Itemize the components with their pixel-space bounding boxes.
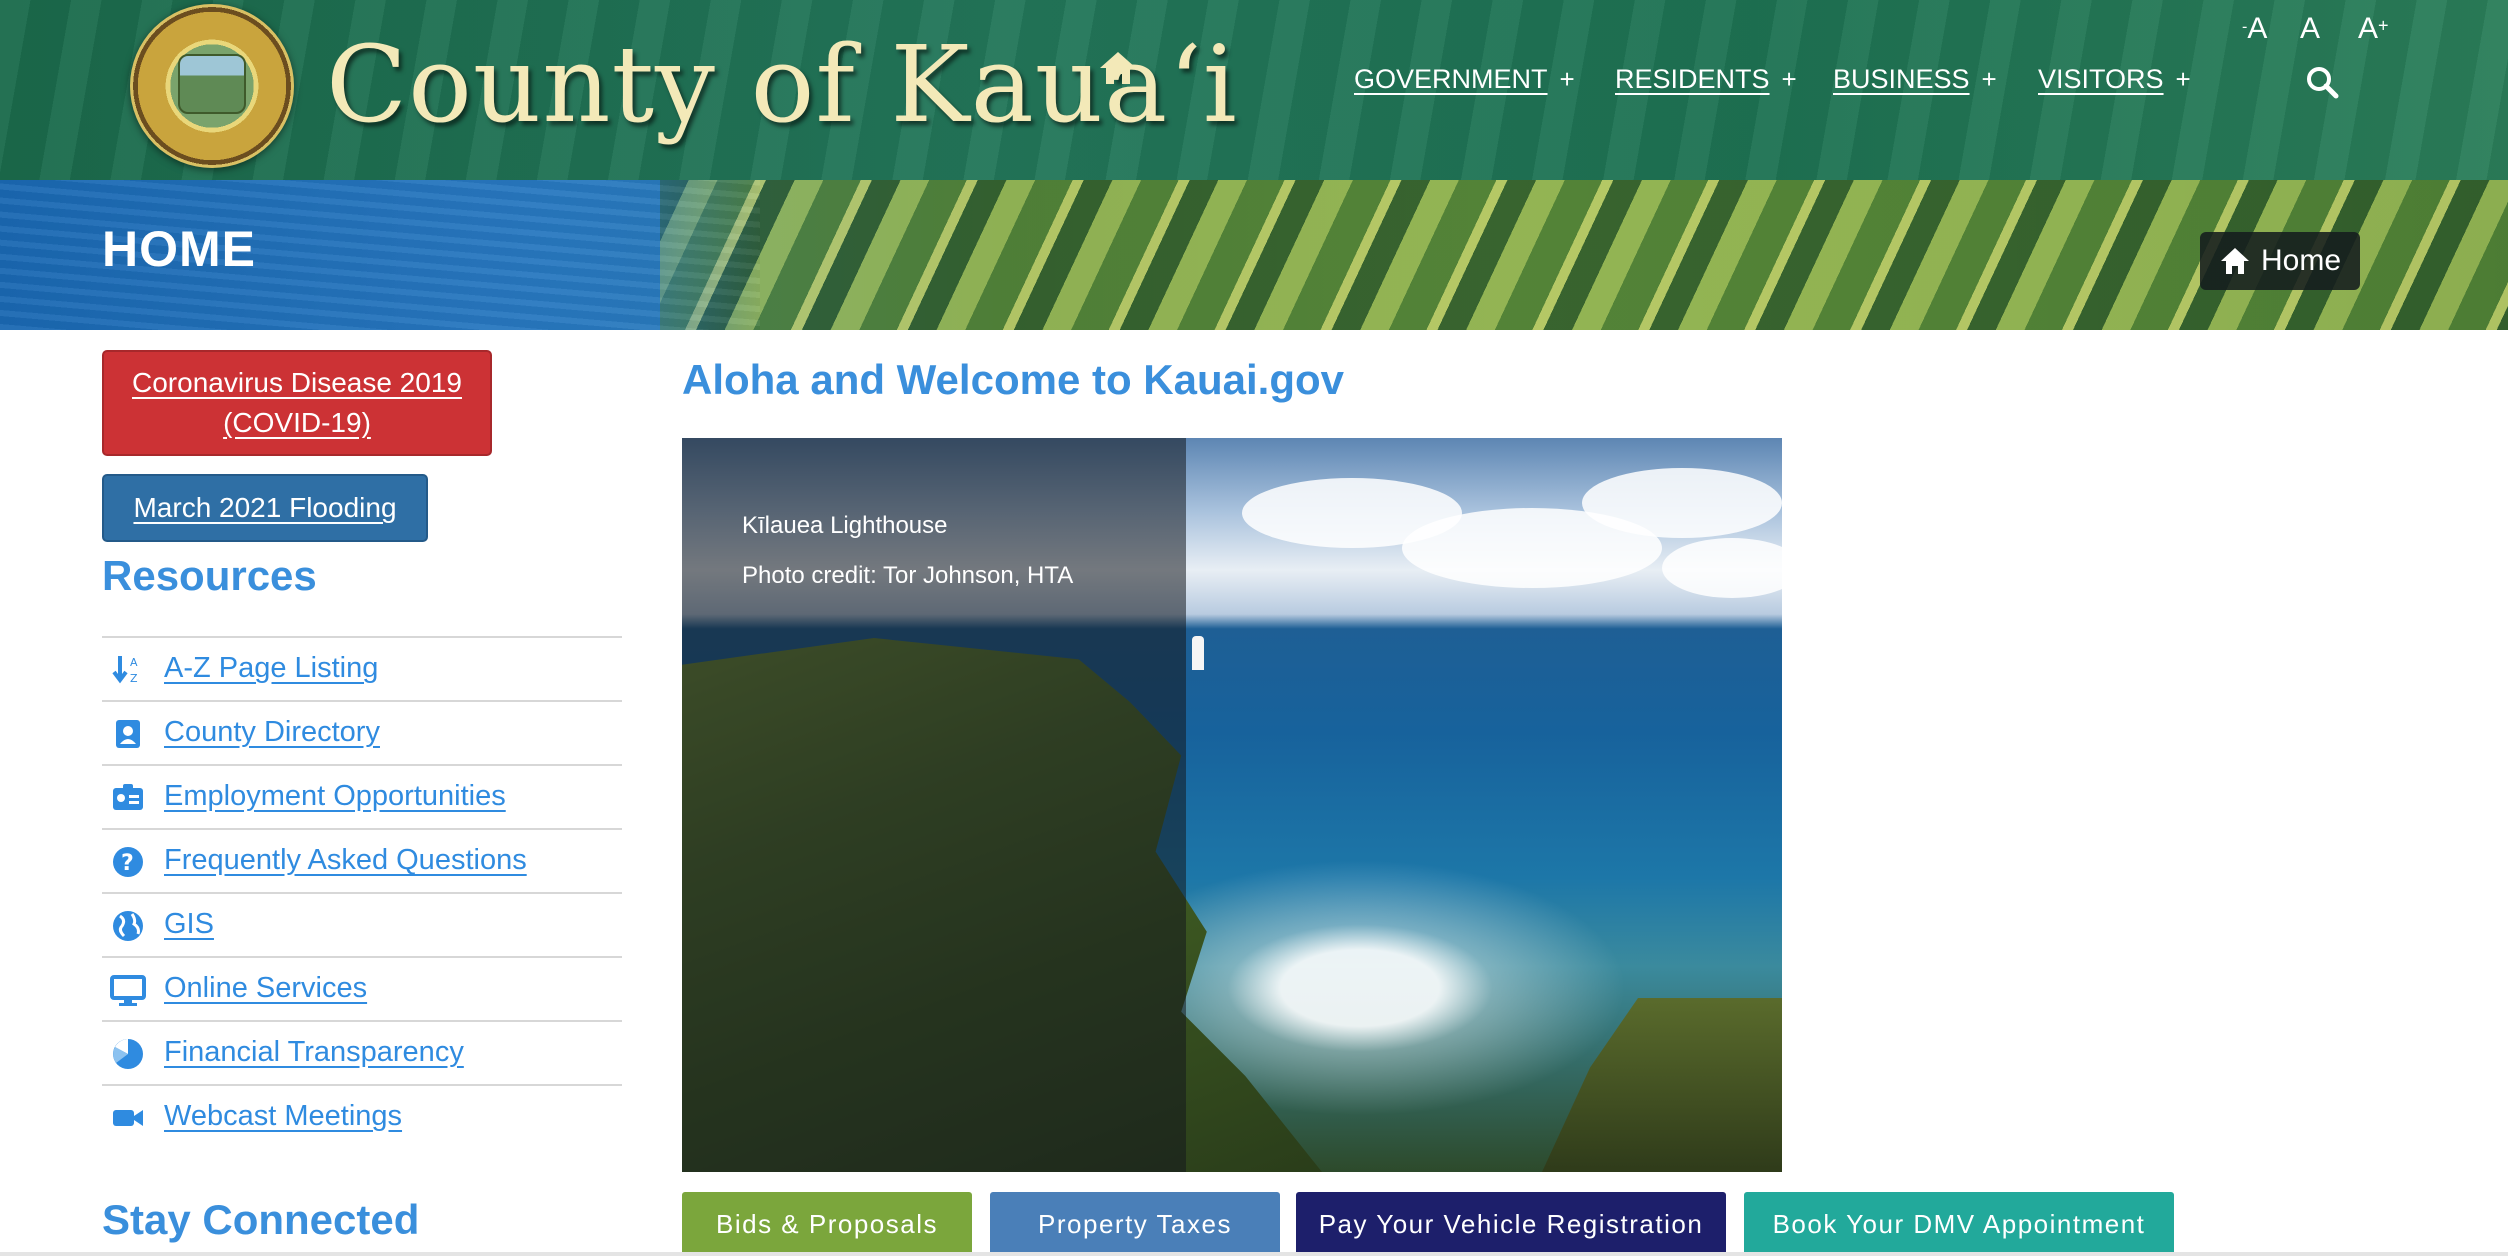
expand-plus-icon[interactable]: + [1982,64,1997,95]
search-icon[interactable] [2304,64,2340,100]
pie-chart-icon [113,1039,143,1069]
font-increase-sign: + [2378,15,2389,36]
breadcrumb-home-label[interactable]: Home [2261,244,2341,278]
nav-residents-label[interactable]: RESIDENTS [1615,64,1770,95]
cloud-shape [1582,468,1782,538]
home-icon [2220,248,2249,274]
font-increase-button[interactable]: A+ [2358,12,2389,46]
resource-link-label[interactable]: County Directory [164,716,380,749]
resource-link-label[interactable]: Online Services [164,972,367,1005]
nav-residents[interactable]: RESIDENTS + [1615,64,1797,95]
question-circle-icon: ? [113,847,143,877]
caption-credit: Photo credit: Tor Johnson, HTA [742,562,1074,589]
county-seal-logo[interactable] [130,4,294,168]
video-camera-icon [113,1110,143,1126]
resource-item-webcast[interactable]: Webcast Meetings [102,1084,622,1148]
contact-book-icon [116,720,140,748]
bids-proposals-button[interactable]: Bids & Proposals [682,1192,972,1256]
id-badge-icon [113,784,143,810]
property-taxes-button[interactable]: Property Taxes [990,1192,1280,1256]
resource-item-financial-transparency[interactable]: Financial Transparency [102,1020,622,1084]
nav-business[interactable]: BUSINESS + [1833,64,1997,95]
expand-plus-icon[interactable]: + [1560,64,1575,95]
resource-item-employment[interactable]: Employment Opportunities [102,764,622,828]
hero-image-lighthouse[interactable]: Kīlauea Lighthouse Photo credit: Tor Joh… [682,438,1782,1172]
resource-link-label[interactable]: A-Z Page Listing [164,652,378,685]
font-decrease-button[interactable]: -A [2242,12,2267,46]
caption-title: Kīlauea Lighthouse [742,512,948,539]
home-icon[interactable] [1096,48,1140,88]
resource-link-label[interactable]: Financial Transparency [164,1036,464,1069]
resources-list: A Z A-Z Page Listing County Directory Em… [102,636,622,1148]
font-increase-label: A [2358,12,2379,45]
nav-visitors-label[interactable]: VISITORS [2038,64,2164,95]
nav-visitors[interactable]: VISITORS + [2038,64,2191,95]
resource-item-az-listing[interactable]: A Z A-Z Page Listing [102,636,622,700]
site-header: County of Kaua‘i GOVERNMENT + RESIDENTS … [0,0,2508,180]
expand-plus-icon[interactable]: + [2176,64,2191,95]
vehicle-registration-button[interactable]: Pay Your Vehicle Registration [1296,1192,1726,1256]
lighthouse-shape [1192,636,1204,670]
resource-link-label[interactable]: Frequently Asked Questions [164,844,527,877]
resource-link-label[interactable]: Webcast Meetings [164,1100,402,1133]
cloud-shape [1662,538,1782,598]
flooding-alert-button[interactable]: March 2021 Flooding [102,474,428,542]
svg-text:A: A [130,656,138,669]
nav-government[interactable]: GOVERNMENT + [1354,64,1575,95]
font-reset-button[interactable]: A [2300,12,2320,46]
resources-heading: Resources [102,552,317,599]
covid-alert-button[interactable]: Coronavirus Disease 2019 (COVID-19) [102,350,492,456]
monitor-icon [110,975,146,1006]
seal-emblem [178,54,246,114]
resource-item-gis[interactable]: GIS [102,892,622,956]
resource-link-label[interactable]: Employment Opportunities [164,780,506,813]
page-title: HOME [102,221,256,277]
svg-text:Z: Z [130,672,138,685]
page-banner: HOME Home [0,180,2508,330]
resource-link-label[interactable]: GIS [164,908,214,941]
font-reset-label: A [2300,12,2321,45]
globe-icon [113,911,143,941]
font-decrease-label: A [2247,12,2268,45]
breadcrumb-home[interactable]: Home [2200,232,2360,290]
nav-government-label[interactable]: GOVERNMENT [1354,64,1548,95]
stay-connected-heading: Stay Connected [102,1196,420,1243]
sort-alpha-icon: A Z [112,656,138,685]
resource-item-county-directory[interactable]: County Directory [102,700,622,764]
expand-plus-icon[interactable]: + [1782,64,1797,95]
resource-item-faq[interactable]: ? Frequently Asked Questions [102,828,622,892]
nav-business-label[interactable]: BUSINESS [1833,64,1970,95]
svg-text:?: ? [121,851,134,876]
page-divider [0,1252,2508,1256]
resource-item-online-services[interactable]: Online Services [102,956,622,1020]
welcome-heading: Aloha and Welcome to Kauai.gov [682,356,1344,403]
caption-overlay: Kīlauea Lighthouse Photo credit: Tor Joh… [682,438,1186,1172]
dmv-appointment-button[interactable]: Book Your DMV Appointment [1744,1192,2174,1256]
